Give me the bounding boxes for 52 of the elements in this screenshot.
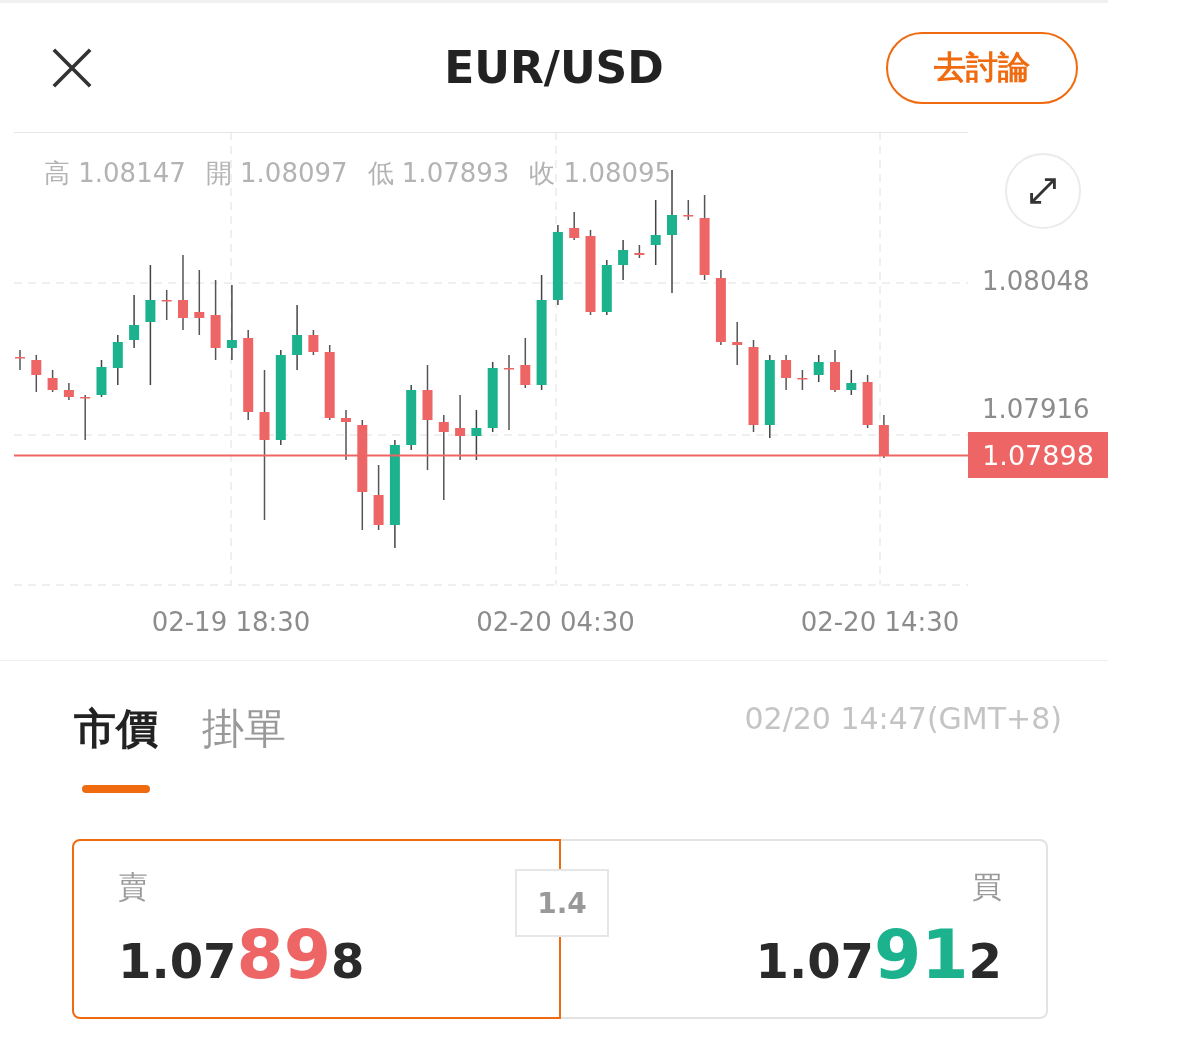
- candle: [455, 394, 466, 461]
- candle: [846, 369, 857, 396]
- page-title: EUR/USD: [444, 42, 664, 93]
- ohlc-value: 收 1.08095: [529, 157, 672, 190]
- candle: [63, 382, 74, 401]
- spread-value: 1.4: [515, 869, 609, 937]
- candle: [569, 211, 580, 241]
- buy-label: 買: [972, 868, 1002, 906]
- timestamp: 02/20 14:47(GMT+8): [744, 701, 1062, 738]
- candle: [683, 199, 694, 221]
- candle: [15, 349, 25, 371]
- candle: [813, 354, 824, 383]
- candle: [878, 414, 889, 459]
- candle: [471, 409, 482, 461]
- ohlc-value: 低 1.07893: [367, 157, 510, 190]
- ohlc-value: 高 1.08147: [44, 157, 186, 190]
- candle: [129, 294, 140, 349]
- sell-label: 賣: [118, 868, 148, 906]
- candle: [47, 369, 58, 393]
- candle: [96, 359, 107, 398]
- sell-price: 1.07898: [118, 918, 365, 993]
- axis-label: 02-20 04:30: [475, 607, 636, 637]
- ohlc-value: 開 1.08097: [205, 157, 348, 190]
- candle: [781, 354, 792, 391]
- candle: [862, 374, 873, 429]
- candle: [601, 259, 612, 316]
- candle: [308, 329, 319, 356]
- axis-label: 1.07916: [982, 394, 1090, 424]
- candle: [194, 269, 205, 336]
- candle: [80, 394, 91, 441]
- candle: [373, 464, 384, 531]
- order-tab[interactable]: 市價: [74, 701, 158, 797]
- candle: [634, 244, 645, 259]
- candle: [406, 384, 417, 451]
- candle: [520, 337, 531, 389]
- candle: [292, 304, 303, 371]
- axis-label: 02-20 14:30: [799, 607, 961, 637]
- candle: [797, 369, 808, 391]
- candle: [650, 199, 661, 266]
- candle: [618, 239, 629, 281]
- axis-label: 02-19 18:30: [150, 607, 312, 637]
- candle: [487, 361, 498, 433]
- close-icon[interactable]: [52, 47, 92, 88]
- current-price-tag: 1.07898: [968, 432, 1108, 478]
- candle: [341, 409, 351, 461]
- candle: [161, 289, 172, 321]
- candle: [830, 349, 840, 393]
- candle: [112, 334, 123, 386]
- axis-label: 1.08048: [982, 266, 1090, 296]
- buy-price: 1.07912: [755, 918, 1002, 993]
- candle: [732, 321, 743, 366]
- candle: [31, 354, 42, 393]
